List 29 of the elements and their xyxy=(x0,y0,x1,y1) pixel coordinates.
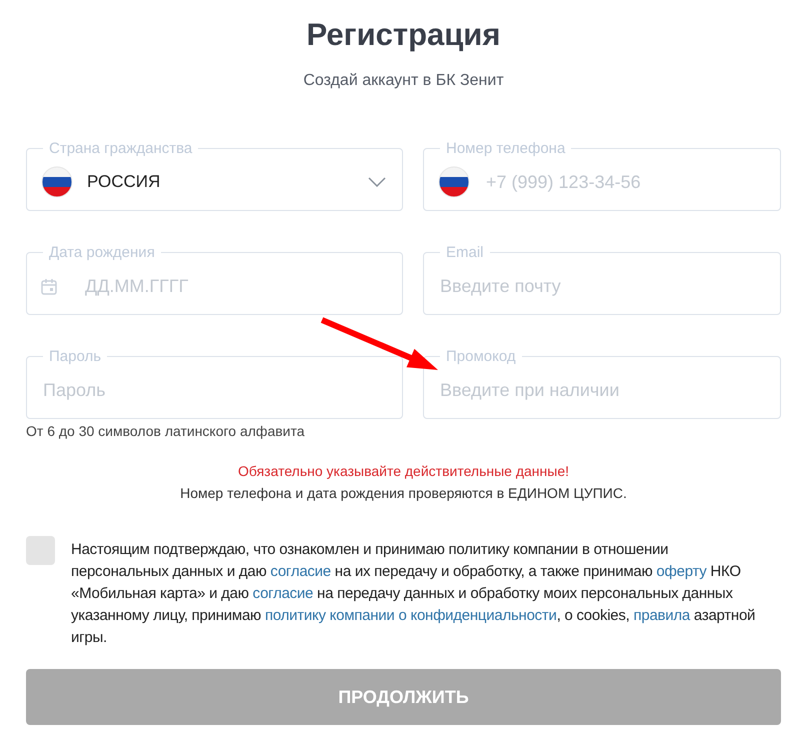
notice-text: Номер телефона и дата рождения проверяются в ЕДИНОМ ЦУПИС. xyxy=(179,485,628,501)
phone-input[interactable]: +7 (999) 123-34-56 xyxy=(484,170,764,194)
calendar-icon xyxy=(41,278,57,294)
consent-link[interactable]: правила xyxy=(633,607,690,624)
page-title: Регистрация xyxy=(306,16,502,54)
field-hint: От 6 до 30 символов латинского алфавита xyxy=(26,423,306,439)
russia-flag-icon xyxy=(41,166,73,198)
consent-text: Настоящим подтверждаю, что ознакомлен и принимаю политику компании в отношении персональных данных и даю согласие на их передачу и обработку, а также принимаю оферту НКО «Мобильная карта» и даю согласие на передачу данных и обработку моих персональных данных указанному лицу, принимаю политику компании о конфиденциальности, о cookies, правила азартной игры. xyxy=(71,540,756,648)
warning-text: Обязательно указывайте действительные данные! xyxy=(237,463,570,479)
chevron-down-icon xyxy=(368,177,386,187)
consent-link[interactable]: согласие xyxy=(270,563,331,580)
text-input[interactable]: Пароль xyxy=(41,378,386,402)
country-select[interactable]: Страна гражданства РОССИЯ xyxy=(26,140,403,211)
country-value: РОССИЯ xyxy=(87,172,162,192)
consent-link[interactable]: оферту xyxy=(656,563,706,580)
date-input[interactable]: ДД.ММ.ГГГГ xyxy=(83,274,386,298)
field-label: Страна гражданства xyxy=(48,140,194,157)
field-label: Номер телефона xyxy=(445,140,566,157)
consent-checkbox[interactable] xyxy=(26,536,55,565)
field-label: Промокод xyxy=(445,348,517,365)
russia-flag-icon xyxy=(438,166,470,198)
page-subtitle: Создай аккаунт в БК Зенит xyxy=(302,72,505,90)
text-input[interactable]: Введите при наличии xyxy=(438,378,764,402)
text-input[interactable]: Введите почту xyxy=(438,274,764,298)
field-label: Дата рождения xyxy=(48,244,156,261)
consent-link[interactable]: согласие xyxy=(252,585,314,602)
field-label: Пароль xyxy=(48,348,102,365)
field-label: Email xyxy=(445,244,485,261)
consent-link[interactable]: политику компании о конфиденциальности xyxy=(264,607,557,624)
